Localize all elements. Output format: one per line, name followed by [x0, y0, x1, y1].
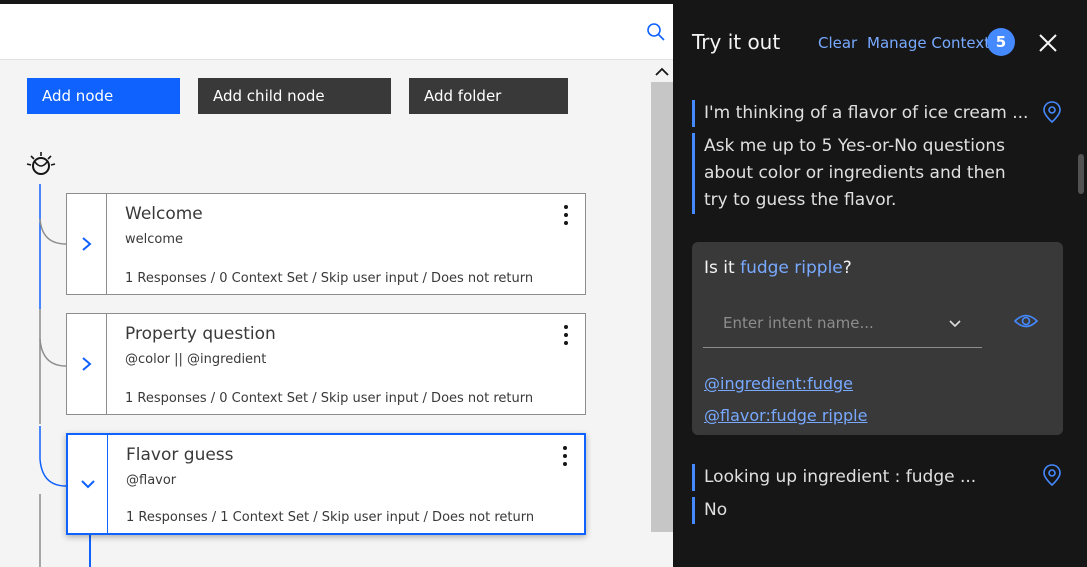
- overflow-menu-icon[interactable]: [558, 445, 572, 467]
- bot-message-text: Looking up ingredient : fudge ...: [704, 467, 977, 487]
- overflow-menu-icon[interactable]: [559, 324, 573, 346]
- bot-message: No: [692, 497, 792, 524]
- panel-scrollbar[interactable]: [1078, 154, 1084, 194]
- intent-placeholder: Enter intent name...: [723, 314, 874, 332]
- search-bar[interactable]: [0, 4, 673, 60]
- node-title: Flavor guess: [126, 445, 234, 465]
- add-folder-button[interactable]: Add folder: [409, 78, 568, 114]
- dialog-node-property-question[interactable]: Property question @color || @ingredient …: [66, 313, 586, 415]
- search-icon[interactable]: [646, 22, 666, 42]
- panel-title: Try it out: [692, 30, 781, 54]
- node-meta: 1 Responses / 0 Context Set / Skip user …: [125, 391, 534, 406]
- node-expander[interactable]: [68, 435, 108, 533]
- overflow-menu-icon[interactable]: [559, 204, 573, 226]
- scroll-up-icon[interactable]: [651, 62, 673, 82]
- node-title: Welcome: [125, 204, 203, 224]
- node-expander[interactable]: [67, 314, 107, 414]
- editor-scrollbar[interactable]: [651, 82, 673, 532]
- try-it-out-panel: Try it out Clear Manage Context 5 I'm th…: [673, 4, 1087, 567]
- user-message-prefix: Is it: [704, 258, 741, 278]
- location-pin-icon[interactable]: [1042, 463, 1062, 487]
- intent-select[interactable]: Enter intent name...: [703, 302, 982, 348]
- manage-context-button[interactable]: Manage Context: [867, 34, 990, 52]
- watson-icon: [26, 152, 56, 175]
- entity-link[interactable]: @flavor:fudge ripple: [704, 406, 867, 425]
- dialog-node-welcome[interactable]: Welcome welcome 1 Responses / 0 Context …: [66, 193, 586, 295]
- add-node-button[interactable]: Add node: [27, 78, 180, 114]
- bot-message-text: No: [704, 500, 728, 520]
- chevron-right-icon: [82, 357, 92, 371]
- bot-message: I'm thinking of a flavor of ice cream ..…: [692, 100, 1028, 127]
- node-expander[interactable]: [67, 194, 107, 294]
- bot-message: Ask me up to 5 Yes-or-No questions about…: [692, 133, 1022, 214]
- bot-message-line: about color or ingredients and then: [704, 163, 1006, 183]
- chevron-down-icon[interactable]: [947, 316, 963, 332]
- chevron-right-icon: [82, 237, 92, 251]
- user-message-suffix: ?: [842, 258, 852, 278]
- bot-message-line: try to guess the flavor.: [704, 190, 897, 210]
- dialog-editor: Add node Add child node Add folder Welco…: [0, 4, 673, 567]
- eye-icon[interactable]: [1014, 312, 1038, 330]
- chevron-down-icon: [81, 480, 95, 489]
- node-condition: welcome: [125, 232, 184, 247]
- user-message-card: Is it fudge ripple? Enter intent name...…: [692, 242, 1063, 435]
- node-title: Property question: [125, 324, 276, 344]
- node-meta: 1 Responses / 1 Context Set / Skip user …: [126, 510, 535, 525]
- clear-button[interactable]: Clear: [818, 34, 857, 52]
- user-message: Is it fudge ripple?: [704, 258, 852, 278]
- node-condition: @flavor: [126, 473, 177, 488]
- context-count-badge[interactable]: 5: [987, 28, 1015, 56]
- bot-message: Looking up ingredient : fudge ...: [692, 464, 1022, 491]
- location-pin-icon[interactable]: [1042, 100, 1062, 124]
- bot-message-text: I'm thinking of a flavor of ice cream ..…: [704, 103, 1029, 123]
- dialog-node-flavor-guess[interactable]: Flavor guess @flavor 1 Responses / 1 Con…: [66, 433, 586, 535]
- node-condition: @color || @ingredient: [125, 352, 267, 367]
- node-meta: 1 Responses / 0 Context Set / Skip user …: [125, 271, 534, 286]
- user-message-highlight[interactable]: fudge ripple: [740, 258, 843, 278]
- add-child-node-button[interactable]: Add child node: [198, 78, 391, 114]
- entity-link[interactable]: @ingredient:fudge: [704, 374, 853, 393]
- bot-message-line: Ask me up to 5 Yes-or-No questions: [704, 136, 1005, 156]
- close-icon[interactable]: [1037, 32, 1059, 54]
